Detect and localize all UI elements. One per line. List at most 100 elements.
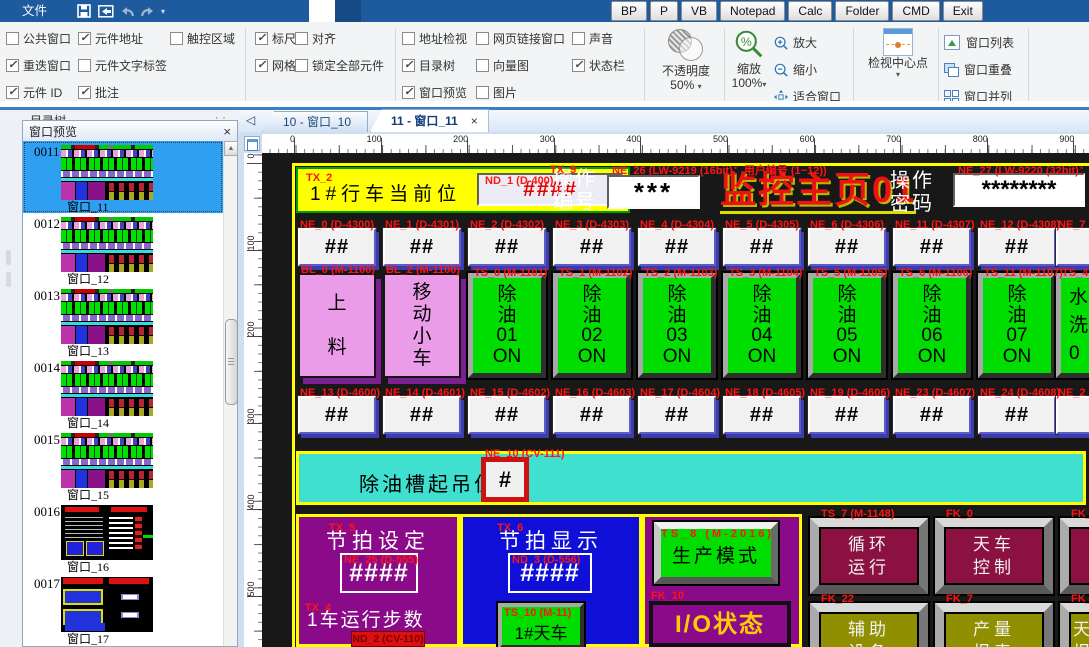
window-thumbnail[interactable]: [61, 289, 153, 344]
checkbox-icon[interactable]: [255, 59, 268, 72]
zoom-in-button[interactable]: 放大: [774, 29, 841, 56]
document-tab[interactable]: 10 - 窗口_10: [262, 111, 368, 132]
checkbox-icon[interactable]: [572, 59, 585, 72]
ribbon-toggle[interactable]: 锁定全部元件: [295, 58, 407, 72]
ribbon-toggle[interactable]: 网页链接窗口: [476, 31, 572, 45]
step-count-field[interactable]: ND_2 (CV-110): [351, 631, 425, 647]
numeric-element[interactable]: NE_6 (D-4306)##: [808, 228, 886, 266]
launcher-button[interactable]: CMD: [892, 1, 939, 21]
zoom-out-button[interactable]: 缩小: [774, 56, 841, 83]
window-thumbnail[interactable]: [61, 577, 153, 632]
window-thumbnail[interactable]: [61, 433, 153, 488]
window-preview-item[interactable]: 0015窗口_15: [23, 429, 223, 501]
numeric-element[interactable]: NE_2##: [1056, 396, 1089, 434]
ribbon-toggle[interactable]: 网格: [255, 58, 295, 72]
menu-tab[interactable]: [179, 0, 205, 22]
checkbox-icon[interactable]: [476, 86, 489, 99]
function-key-button[interactable]: FK_1天报: [1060, 603, 1089, 647]
numeric-element[interactable]: NE_19 (D-4606)##: [808, 396, 886, 434]
window-preview-item[interactable]: 0011窗口_11: [23, 141, 223, 213]
toggle-switch-element[interactable]: TS_6 (M-1106)除油06ON: [893, 273, 971, 378]
operator-password-field[interactable]: ********: [953, 173, 1085, 207]
crane-position-field[interactable]: ND_1 (D-400) ####: [477, 173, 624, 206]
chevron-down-icon[interactable]: ▾: [858, 70, 938, 79]
ribbon-toggle[interactable]: 元件地址: [78, 31, 170, 45]
function-key-button[interactable]: FK_8: [1060, 518, 1089, 594]
close-icon[interactable]: ×: [223, 124, 231, 139]
export-icon[interactable]: [98, 5, 114, 18]
menu-tab[interactable]: [335, 0, 361, 22]
scroll-up-icon[interactable]: ▲: [224, 141, 238, 156]
document-tab[interactable]: 11 - 窗口_11: [370, 109, 489, 132]
checkbox-icon[interactable]: [6, 59, 19, 72]
numeric-element[interactable]: NE_5 (D-4305)##: [723, 228, 801, 266]
redo-icon[interactable]: [141, 6, 154, 17]
design-canvas[interactable]: TX_2 1#行车当前位 ND_1 (D-400) #### 操作编号 TX_9…: [262, 153, 1089, 647]
toggle-switch-element[interactable]: TS_1 (M-1102)除油02ON: [553, 273, 631, 378]
checkbox-icon[interactable]: [255, 32, 268, 45]
toggle-switch-element[interactable]: TS_4水洗0: [1056, 273, 1089, 378]
ribbon-toggle[interactable]: 元件文字标签: [78, 58, 170, 72]
numeric-element[interactable]: NE_1 (D-4301)##: [383, 228, 461, 266]
numeric-element[interactable]: NE_16 (D-4603)##: [553, 396, 631, 434]
menu-file[interactable]: 文件: [0, 0, 69, 22]
menu-tab[interactable]: [283, 0, 309, 22]
menu-tab[interactable]: [257, 0, 283, 22]
window-preview-item[interactable]: 0013窗口_13: [23, 285, 223, 357]
menu-tab[interactable]: [309, 0, 335, 22]
numeric-element[interactable]: NE_23 (D-4607)##: [893, 396, 971, 434]
beat-setting-field[interactable]: NE_25 (D-555) ####: [340, 553, 418, 593]
menu-tab[interactable]: [205, 0, 231, 22]
ribbon-toggle[interactable]: 地址检视: [402, 31, 476, 45]
toggle-switch-element[interactable]: TS_0 (M-1101)除油01ON: [468, 273, 546, 378]
ribbon-toggle[interactable]: 目录树: [402, 58, 476, 72]
checkbox-icon[interactable]: [476, 32, 489, 45]
ribbon-toggle[interactable]: 标尺: [255, 31, 295, 45]
checkbox-icon[interactable]: [402, 59, 415, 72]
function-key-button[interactable]: FK_7产量报表: [935, 603, 1053, 647]
numeric-element[interactable]: NE_0 (D-4300)##: [298, 228, 376, 266]
numeric-element[interactable]: NE_3 (D-4303)##: [553, 228, 631, 266]
checkbox-icon[interactable]: [295, 32, 308, 45]
numeric-element[interactable]: NE_14 (D-4601)##: [383, 396, 461, 434]
ribbon-toggle[interactable]: 批注: [78, 85, 170, 99]
numeric-element[interactable]: NE_2 (D-4302)##: [468, 228, 546, 266]
crane1-button[interactable]: TS_10 (M-11) 1#天车: [498, 603, 584, 647]
toggle-switch-element[interactable]: TS_11 (M-1107)除油07ON: [978, 273, 1056, 378]
checkbox-icon[interactable]: [402, 86, 415, 99]
chevron-down-icon[interactable]: ▾: [698, 82, 702, 91]
launcher-button[interactable]: P: [650, 1, 678, 21]
numeric-element[interactable]: NE_18 (D-4605)##: [723, 396, 801, 434]
chevron-down-icon[interactable]: ▾: [762, 80, 766, 89]
numeric-element[interactable]: NE_13 (D-4600)##: [298, 396, 376, 434]
function-key-button[interactable]: FK_0天车控制: [935, 518, 1053, 594]
toggle-switch-element[interactable]: BL_2 (M-1100)移动小车: [383, 273, 461, 378]
hoist-position-field[interactable]: #: [481, 457, 529, 502]
opacity-control[interactable]: 不透明度 50% ▾: [648, 26, 724, 94]
window-thumbnail[interactable]: [61, 217, 153, 272]
checkbox-icon[interactable]: [295, 59, 308, 72]
operator-number-field[interactable]: ***: [607, 175, 700, 209]
checkbox-icon[interactable]: [78, 86, 91, 99]
toggle-switch-element[interactable]: TS_3 (M-1104)除油04ON: [723, 273, 801, 378]
function-key-button[interactable]: FK_22辅助设备: [810, 603, 928, 647]
checkbox-icon[interactable]: [170, 32, 183, 45]
ribbon-toggle[interactable]: 状态栏: [572, 58, 638, 72]
numeric-element[interactable]: NE_15 (D-4602)##: [468, 396, 546, 434]
numeric-element[interactable]: NE_24 (D-4608)##: [978, 396, 1056, 434]
toggle-switch-element[interactable]: TS_5 (M-1105)除油05ON: [808, 273, 886, 378]
directory-tree-dock-strip[interactable]: 目录树 · ·: [0, 110, 238, 120]
beat-display-field[interactable]: ND_3 (D-556) ####: [508, 553, 592, 593]
ribbon-toggle[interactable]: 公共窗口: [6, 31, 78, 45]
menu-tab[interactable]: [231, 0, 257, 22]
numeric-element[interactable]: NE_17 (D-4604)##: [638, 396, 716, 434]
toggle-switch-element[interactable]: TS_2 (M-1103)除油03ON: [638, 273, 716, 378]
window-preview-item[interactable]: 0014窗口_14: [23, 357, 223, 429]
launcher-button[interactable]: Notepad: [720, 1, 785, 21]
checkbox-icon[interactable]: [572, 32, 585, 45]
save-icon[interactable]: [77, 4, 91, 18]
window-thumbnail[interactable]: [61, 505, 153, 560]
launcher-button[interactable]: Calc: [788, 1, 832, 21]
toggle-switch-element[interactable]: BL_0 (M-1100)上料: [298, 273, 376, 378]
io-status-button[interactable]: I/O状态: [649, 601, 791, 647]
